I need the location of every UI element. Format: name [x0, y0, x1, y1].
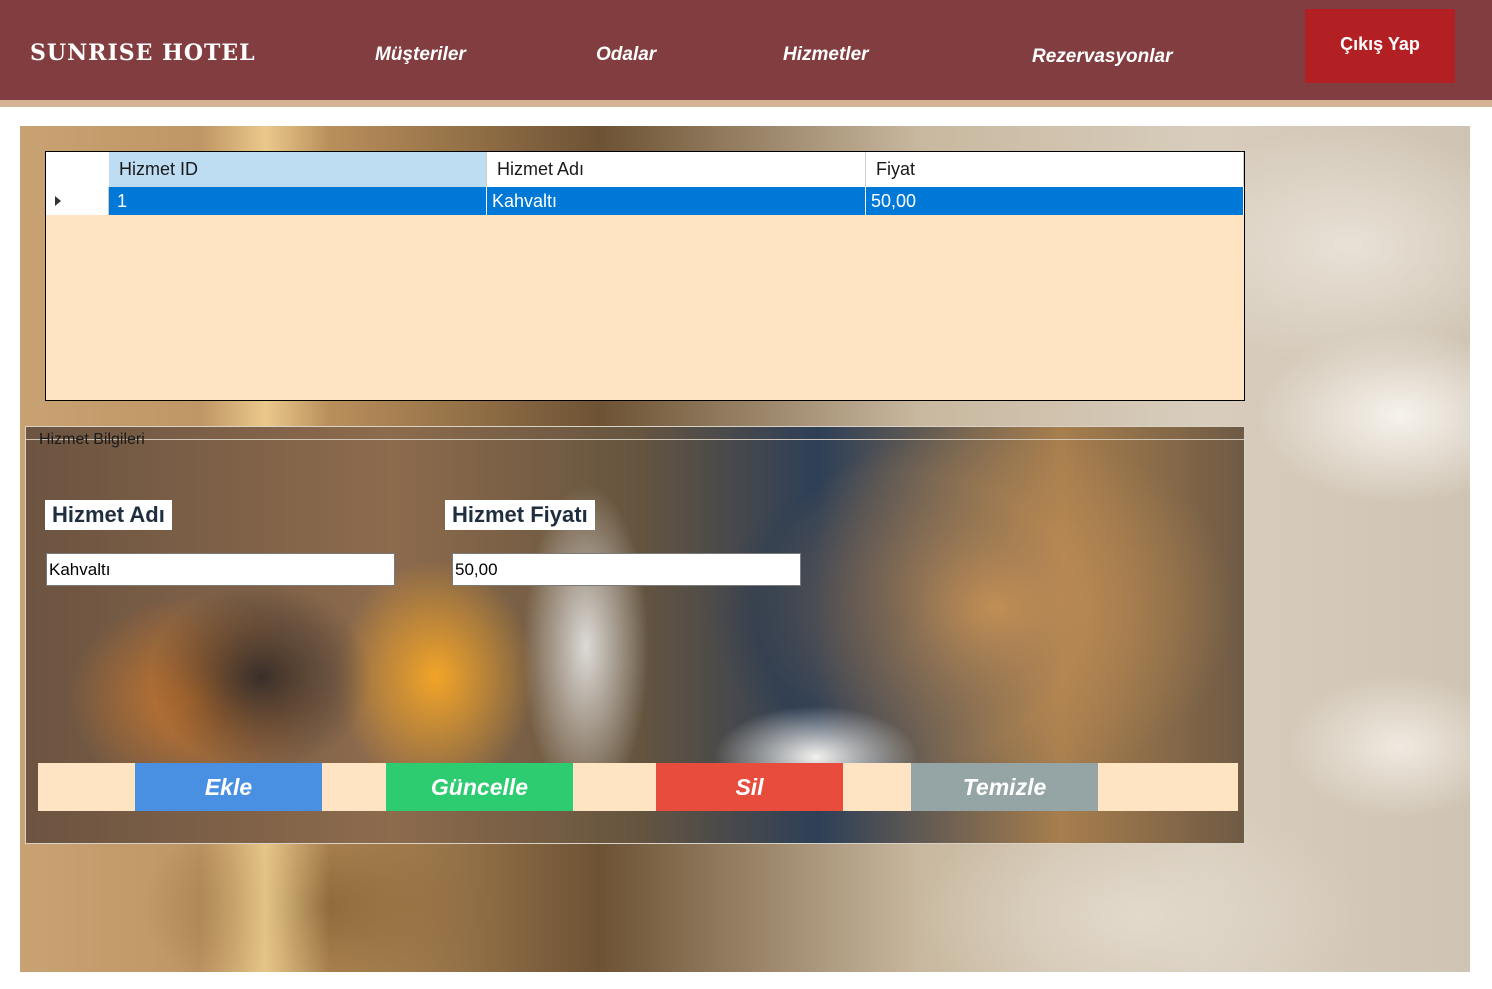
action-button-bar: Ekle Güncelle Sil Temizle — [38, 763, 1238, 811]
grid-corner-cell[interactable] — [46, 152, 110, 187]
clear-button[interactable]: Temizle — [911, 763, 1098, 811]
brand-logo: SUNRISE HOTEL — [30, 40, 256, 66]
column-header-fiyat[interactable]: Fiyat — [866, 152, 1244, 187]
column-header-hizmet-id[interactable]: Hizmet ID — [109, 152, 487, 187]
update-button[interactable]: Güncelle — [386, 763, 573, 811]
delete-button[interactable]: Sil — [656, 763, 843, 811]
logout-button[interactable]: Çıkış Yap — [1305, 9, 1455, 83]
group-title: Hizmet Bilgileri — [39, 431, 145, 448]
nav-musteriler[interactable]: Müşteriler — [375, 44, 466, 66]
cell-hizmet-id[interactable]: 1 — [109, 187, 487, 215]
service-info-group: Hizmet Bilgileri Hizmet Adı Hizmet Fiyat… — [25, 426, 1245, 844]
column-header-hizmet-adi[interactable]: Hizmet Adı — [487, 152, 866, 187]
service-name-input[interactable] — [46, 553, 395, 586]
service-price-input[interactable] — [452, 553, 801, 586]
grid-header-row: Hizmet ID Hizmet Adı Fiyat — [46, 152, 1244, 188]
top-navigation-bar: SUNRISE HOTEL Müşteriler Odalar Hizmetle… — [0, 0, 1492, 100]
row-selector[interactable] — [46, 187, 109, 215]
nav-hizmetler[interactable]: Hizmetler — [783, 44, 869, 66]
cell-fiyat[interactable]: 50,00 — [866, 187, 1244, 215]
current-row-arrow-icon — [55, 196, 61, 206]
group-border — [26, 439, 1244, 440]
nav-odalar[interactable]: Odalar — [596, 44, 656, 66]
nav-rezervasyonlar[interactable]: Rezervasyonlar — [1032, 46, 1172, 68]
table-row[interactable]: 1 Kahvaltı 50,00 — [46, 187, 1244, 215]
service-price-label: Hizmet Fiyatı — [445, 500, 595, 530]
service-name-label: Hizmet Adı — [45, 500, 172, 530]
services-data-grid[interactable]: Hizmet ID Hizmet Adı Fiyat 1 Kahvaltı 50… — [45, 151, 1245, 401]
cell-hizmet-adi[interactable]: Kahvaltı — [487, 187, 866, 215]
add-button[interactable]: Ekle — [135, 763, 322, 811]
header-divider — [0, 100, 1492, 107]
